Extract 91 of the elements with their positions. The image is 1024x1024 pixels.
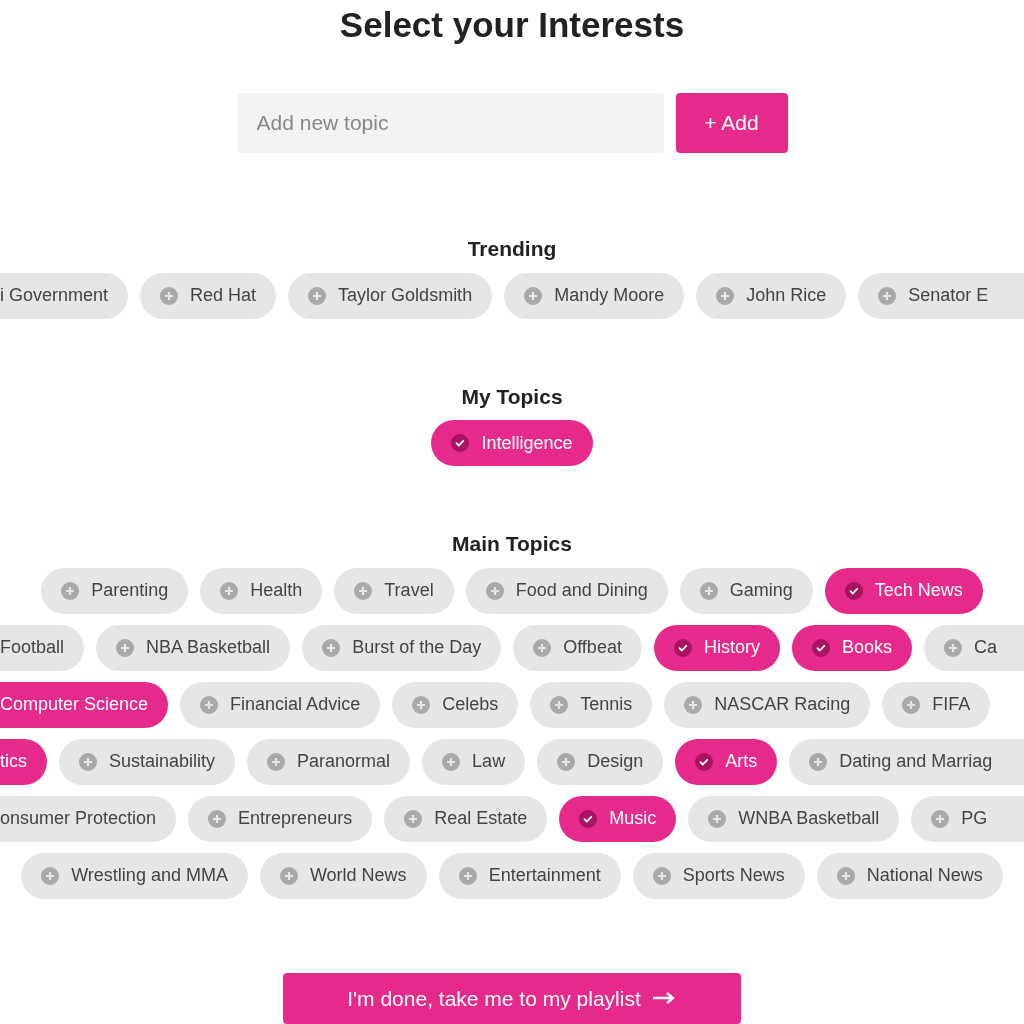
topic-chip[interactable]: Celebs xyxy=(392,681,519,728)
check-icon xyxy=(673,638,692,657)
topic-chip[interactable]: Tech News xyxy=(824,567,983,614)
topic-chip[interactable]: Ca xyxy=(923,624,1024,671)
plus-icon xyxy=(485,581,504,600)
arrow-right-icon xyxy=(652,992,677,1005)
plus-icon xyxy=(41,866,60,885)
topic-chip[interactable]: tics xyxy=(0,738,47,785)
plus-icon xyxy=(442,752,461,771)
plus-icon xyxy=(533,638,552,657)
plus-icon xyxy=(404,809,423,828)
topic-chip[interactable]: Food and Dining xyxy=(465,567,668,614)
section-title: My Topics xyxy=(461,383,563,410)
topic-chip[interactable]: Health xyxy=(200,567,323,614)
topic-chip[interactable]: PG xyxy=(911,795,1024,842)
topic-chip[interactable]: onsumer Protection xyxy=(0,795,177,842)
topic-chip[interactable]: Law xyxy=(422,738,526,785)
plus-icon xyxy=(836,866,855,885)
topic-chip[interactable]: Gaming xyxy=(679,567,813,614)
topic-chip[interactable]: Offbeat xyxy=(513,624,642,671)
check-icon xyxy=(811,638,830,657)
topic-chip[interactable]: Senator E xyxy=(858,272,1024,319)
topic-chip[interactable]: History xyxy=(653,624,780,671)
topic-chip[interactable]: World News xyxy=(259,852,427,899)
topic-chip[interactable]: Red Hat xyxy=(140,272,277,319)
check-icon xyxy=(844,581,863,600)
plus-icon xyxy=(550,695,569,714)
topic-chip[interactable]: Tennis xyxy=(530,681,653,728)
topic-chip[interactable]: Parenting xyxy=(41,567,189,614)
topic-chip[interactable]: Travel xyxy=(334,567,454,614)
plus-icon xyxy=(809,752,828,771)
topic-chip[interactable]: Entertainment xyxy=(438,852,621,899)
plus-icon xyxy=(458,866,477,885)
topic-chip[interactable]: Design xyxy=(537,738,664,785)
plus-icon xyxy=(931,809,950,828)
plus-icon xyxy=(279,866,298,885)
topic-chip[interactable]: Entrepreneurs xyxy=(188,795,373,842)
plus-icon xyxy=(79,752,97,771)
plus-icon xyxy=(208,809,227,828)
topic-chip[interactable]: NBA Basketball xyxy=(96,624,291,671)
topic-chip[interactable]: NASCAR Racing xyxy=(664,681,871,728)
page-title: Select your Interests xyxy=(339,4,685,46)
done-button[interactable]: I'm done, take me to my playlist xyxy=(283,972,741,1024)
section-title: Trending xyxy=(467,236,557,262)
plus-icon xyxy=(716,286,735,305)
plus-icon xyxy=(878,286,897,305)
check-icon xyxy=(695,752,714,771)
check-icon xyxy=(451,434,470,452)
topic-chip[interactable]: WNBA Basketball xyxy=(688,795,900,842)
plus-icon xyxy=(308,286,327,305)
add-button[interactable]: + Add xyxy=(675,93,788,153)
topic-chip[interactable]: Arts xyxy=(675,738,778,785)
plus-icon xyxy=(557,752,576,771)
topic-chip[interactable]: Financial Advice xyxy=(180,681,381,728)
topic-chip[interactable]: Taylor Goldsmith xyxy=(288,272,493,319)
topic-chip[interactable]: Intelligence xyxy=(431,420,593,466)
topic-chip[interactable]: Burst of the Day xyxy=(302,624,502,671)
topic-chip[interactable]: Sports News xyxy=(632,852,805,899)
topic-chip[interactable]: Wrestling and MMA xyxy=(21,852,248,899)
topic-chip[interactable]: Dating and Marriag xyxy=(789,738,1024,785)
plus-icon xyxy=(220,581,239,600)
topic-chip[interactable]: Real Estate xyxy=(384,795,548,842)
plus-icon xyxy=(116,638,135,657)
plus-icon xyxy=(412,695,431,714)
plus-icon xyxy=(354,581,373,600)
plus-icon xyxy=(943,638,962,657)
topic-chip[interactable]: Books xyxy=(791,624,912,671)
topic-chip[interactable]: National News xyxy=(816,852,1003,899)
topic-chip[interactable]: i Government xyxy=(0,272,129,319)
plus-icon xyxy=(699,581,718,600)
section-title: Main Topics xyxy=(452,531,572,557)
topic-chip[interactable]: FIFA xyxy=(882,681,991,728)
topic-chip[interactable]: Computer Science xyxy=(0,681,169,728)
topic-chip[interactable]: Mandy Moore xyxy=(504,272,685,319)
plus-icon xyxy=(684,695,703,714)
plus-icon xyxy=(902,695,921,714)
topic-chip[interactable]: Music xyxy=(559,795,677,842)
topic-input[interactable]: Add new topic xyxy=(236,93,664,153)
topic-chip[interactable]: Paranormal xyxy=(247,738,411,785)
plus-icon xyxy=(160,286,179,305)
plus-icon xyxy=(200,695,219,714)
plus-icon xyxy=(61,581,80,600)
topic-chip[interactable]: Football xyxy=(0,624,85,671)
plus-icon xyxy=(652,866,671,885)
plus-icon xyxy=(267,752,286,771)
plus-icon xyxy=(524,286,543,305)
topic-chip[interactable]: Sustainability xyxy=(59,738,236,785)
check-icon xyxy=(579,809,598,828)
plus-icon xyxy=(322,638,341,657)
topic-chip[interactable]: John Rice xyxy=(696,272,847,319)
plus-icon xyxy=(708,809,727,828)
